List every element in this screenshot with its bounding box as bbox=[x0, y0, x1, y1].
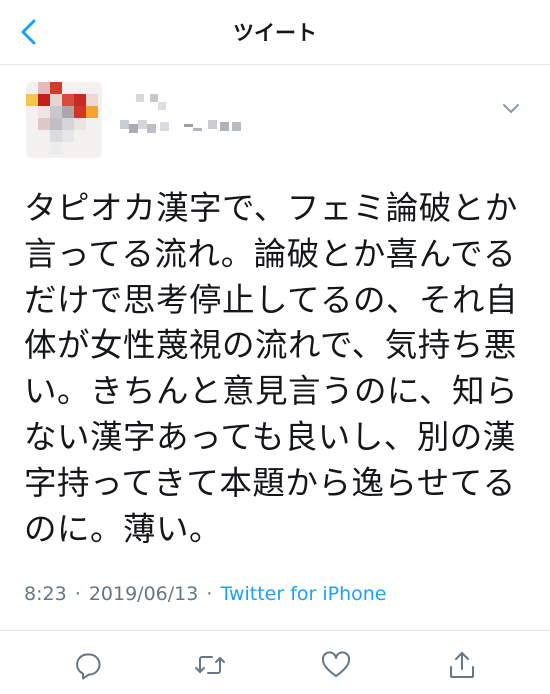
tweet-line: タピオカ漢字で、フェミ論破とか bbox=[24, 189, 518, 227]
tweet-date: 2019/06/13 bbox=[88, 583, 199, 605]
share-icon bbox=[450, 652, 474, 678]
separator: · bbox=[74, 583, 81, 605]
tweet-time: 8:23 bbox=[24, 583, 67, 605]
tweet-author bbox=[26, 82, 526, 162]
reply-button[interactable] bbox=[68, 645, 108, 685]
tweet-line: 言ってる流れ。論破とか喜んでる bbox=[24, 234, 517, 273]
tweet-line: 体が女性蔑視の流れで、気持ち悪 bbox=[24, 326, 517, 365]
tweet-line: 字持ってきて本題から逸らせてる bbox=[24, 463, 516, 502]
retweet-button[interactable] bbox=[190, 645, 230, 685]
tweet-text: タピオカ漢字で、フェミ論破とか 言ってる流れ。論破とか喜んでる だけで思考停止し… bbox=[24, 186, 524, 552]
chevron-down-icon bbox=[503, 104, 519, 113]
avatar[interactable] bbox=[26, 82, 102, 158]
page-title: ツイート bbox=[233, 21, 317, 45]
tweet-metadata: 8:23 · 2019/06/13 · Twitter for iPhone bbox=[24, 583, 387, 605]
top-bar: ツイート bbox=[0, 0, 550, 65]
tweet-source-link[interactable]: Twitter for iPhone bbox=[220, 583, 386, 605]
reply-icon bbox=[76, 653, 101, 680]
share-button[interactable] bbox=[442, 645, 482, 685]
like-button[interactable] bbox=[316, 645, 356, 685]
separator: · bbox=[206, 583, 213, 605]
more-options-button[interactable] bbox=[502, 100, 520, 113]
divider bbox=[0, 630, 550, 631]
heart-icon bbox=[321, 651, 351, 677]
tweet-line: い。きちんと意見言うのに、知ら bbox=[24, 372, 519, 411]
user-name-obscured[interactable] bbox=[114, 94, 244, 144]
tweet-actions bbox=[0, 645, 550, 685]
tweet-line: のに。薄い。 bbox=[24, 509, 223, 548]
retweet-icon bbox=[195, 656, 225, 674]
tweet-line: だけで思考停止してるの、それ自 bbox=[24, 280, 519, 319]
tweet-line: ない漢字あっても良いし、別の漢 bbox=[24, 417, 516, 456]
